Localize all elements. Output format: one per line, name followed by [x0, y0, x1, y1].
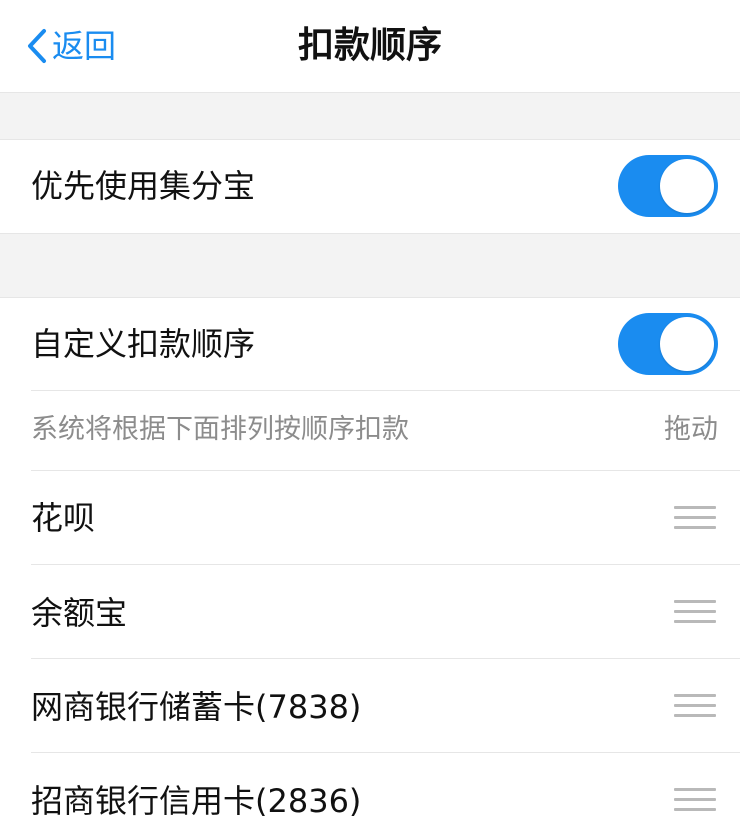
- toggle-knob: [660, 159, 714, 213]
- list-item[interactable]: 余额宝: [0, 565, 740, 658]
- payment-method-label: 招商银行信用卡(2836): [31, 782, 362, 820]
- jifenbao-toggle[interactable]: [618, 155, 718, 217]
- list-item[interactable]: 网商银行储蓄卡(7838): [0, 659, 740, 752]
- drag-handle-icon[interactable]: [674, 788, 716, 812]
- toggle-knob: [660, 317, 714, 371]
- hint-row: 系统将根据下面排列按顺序扣款 拖动: [0, 391, 740, 470]
- section-gap: [0, 93, 740, 139]
- drag-handle-icon[interactable]: [674, 600, 716, 624]
- payment-method-label: 余额宝: [31, 594, 128, 632]
- custom-order-label: 自定义扣款顺序: [31, 325, 256, 363]
- order-hint-text: 系统将根据下面排列按顺序扣款: [31, 414, 409, 445]
- jifenbao-row: 优先使用集分宝: [0, 140, 740, 233]
- jifenbao-label: 优先使用集分宝: [31, 167, 256, 205]
- custom-order-toggle[interactable]: [618, 313, 718, 375]
- list-item[interactable]: 花呗: [0, 471, 740, 564]
- page-title: 扣款顺序: [297, 25, 442, 66]
- payment-method-label: 网商银行储蓄卡(7838): [31, 688, 362, 726]
- list-item[interactable]: 招商银行信用卡(2836): [0, 753, 740, 832]
- section-gap: [0, 234, 740, 297]
- drag-hint-text: 拖动: [664, 414, 718, 445]
- drag-handle-icon[interactable]: [674, 694, 716, 718]
- navigation-bar: 返回 扣款顺序: [0, 0, 740, 93]
- drag-handle-icon[interactable]: [674, 506, 716, 530]
- payment-method-label: 花呗: [31, 499, 96, 537]
- custom-order-row: 自定义扣款顺序: [0, 298, 740, 390]
